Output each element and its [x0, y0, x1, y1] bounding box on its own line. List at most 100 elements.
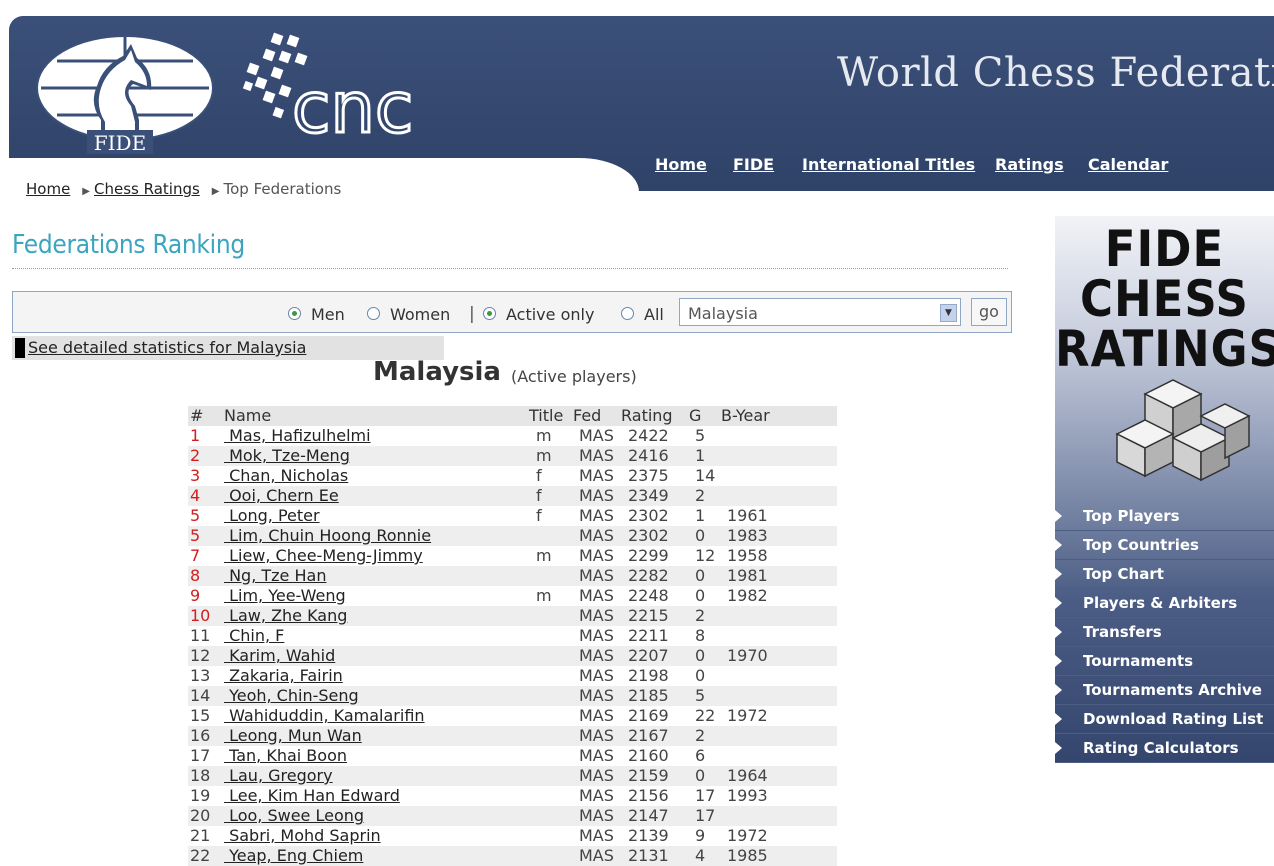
federation-select[interactable]: Malaysia ▼	[679, 298, 961, 326]
player-name-link[interactable]: Yeap, Eng Chiem	[224, 846, 363, 865]
player-name-link[interactable]: Mok, Tze-Meng	[224, 446, 350, 465]
nav-fide[interactable]: FIDE	[733, 155, 774, 174]
player-name-link[interactable]: Ooi, Chern Ee	[224, 486, 339, 505]
federation-cell: MAS	[579, 466, 614, 485]
breadcrumb-current: Top Federations	[223, 180, 342, 198]
player-name-link[interactable]: Liew, Chee-Meng-Jimmy	[224, 546, 423, 565]
table-row: 17 Tan, Khai Boon MAS 2160 6	[188, 746, 837, 766]
table-row: 2 Mok, Tze-Meng m MAS 2416 1	[188, 446, 837, 466]
name-cell: Zakaria, Fairin	[224, 666, 343, 686]
stats-marker	[15, 338, 25, 358]
player-name-link[interactable]: Lee, Kim Han Edward	[224, 786, 400, 805]
player-name-link[interactable]: Law, Zhe Kang	[224, 606, 347, 625]
player-name-link[interactable]: Loo, Swee Leong	[224, 806, 364, 825]
nav-home[interactable]: Home	[655, 155, 707, 174]
radio-men[interactable]: Men	[288, 305, 345, 324]
chevron-down-icon[interactable]: ▼	[940, 304, 957, 322]
birth-year-cell: 1972	[727, 826, 768, 845]
player-name-link[interactable]: Lau, Gregory	[224, 766, 333, 785]
player-name-link[interactable]: Chan, Nicholas	[224, 466, 348, 485]
rank-cell: 18	[190, 766, 211, 785]
breadcrumb-chess-ratings[interactable]: Chess Ratings	[94, 180, 200, 198]
sidebar-item-transfers[interactable]: Transfers	[1055, 618, 1274, 647]
nav-international-titles[interactable]: International Titles	[802, 155, 975, 174]
cnc-logo[interactable]: cnc	[234, 28, 424, 138]
player-name-link[interactable]: Ng, Tze Han	[224, 566, 326, 585]
sidebar-item-tournaments[interactable]: Tournaments	[1055, 647, 1274, 676]
title-cell: m	[536, 446, 552, 465]
breadcrumb-home[interactable]: Home	[26, 180, 70, 198]
player-name-link[interactable]: Zakaria, Fairin	[224, 666, 343, 685]
nav-ratings[interactable]: Ratings	[995, 155, 1064, 174]
games-cell: 1	[695, 446, 706, 465]
player-name-link[interactable]: Chin, F	[224, 626, 284, 645]
radio-active-only[interactable]: Active only	[483, 305, 594, 324]
rating-cell: 2416	[628, 446, 669, 465]
player-name-link[interactable]: Long, Peter	[224, 506, 320, 525]
birth-year-cell: 1970	[727, 646, 768, 665]
table-row: 1 Mas, Hafizulhelmi m MAS 2422 5	[188, 426, 837, 446]
sidebar-item-top-countries[interactable]: Top Countries	[1055, 531, 1274, 560]
player-name-link[interactable]: Yeoh, Chin-Seng	[224, 686, 359, 705]
rating-cell: 2302	[628, 526, 669, 545]
rating-cell: 2207	[628, 646, 669, 665]
federation-cell: MAS	[579, 826, 614, 845]
radio-all[interactable]: All	[621, 305, 664, 324]
fide-logo[interactable]: FIDE	[27, 26, 223, 158]
sidebar-item-top-chart[interactable]: Top Chart	[1055, 560, 1274, 589]
sidebar-item-rating-calculators[interactable]: Rating Calculators	[1055, 734, 1274, 763]
player-name-link[interactable]: Tan, Khai Boon	[224, 746, 347, 765]
player-name-link[interactable]: Leong, Mun Wan	[224, 726, 362, 745]
table-row: 15 Wahiduddin, Kamalarifin MAS 2169 22 1972	[188, 706, 837, 726]
detailed-statistics-link[interactable]: See detailed statistics for Malaysia	[28, 338, 306, 357]
rating-cell: 2375	[628, 466, 669, 485]
rank-cell: 5	[190, 526, 201, 545]
country-subtitle: (Active players)	[511, 367, 637, 386]
table-row: 21 Sabri, Mohd Saprin MAS 2139 9 1972	[188, 826, 837, 846]
games-cell: 5	[695, 426, 706, 445]
sidebar-menu: Top Players Top Countries Top Chart Play…	[1055, 502, 1274, 763]
go-button[interactable]: go	[971, 298, 1007, 326]
games-cell: 14	[695, 466, 716, 485]
player-name-link[interactable]: Wahiduddin, Kamalarifin	[224, 706, 424, 725]
sidebar-item-players-arbiters[interactable]: Players & Arbiters	[1055, 589, 1274, 618]
player-name-link[interactable]: Lim, Chuin Hoong Ronnie	[224, 526, 431, 545]
filter-bar: Men Women | Active only All Malaysia ▼ g…	[12, 291, 1012, 333]
svg-text:FIDE: FIDE	[94, 131, 146, 155]
table-row: 5 Long, Peter f MAS 2302 1 1961	[188, 506, 837, 526]
nav-calendar[interactable]: Calendar	[1088, 155, 1168, 174]
triangle-right-icon	[1055, 713, 1062, 725]
rank-cell: 7	[190, 546, 201, 565]
games-cell: 12	[695, 546, 716, 565]
games-cell: 0	[695, 566, 706, 585]
rank-cell: 3	[190, 466, 201, 485]
table-row: 18 Lau, Gregory MAS 2159 0 1964	[188, 766, 837, 786]
filter-separator: |	[469, 304, 475, 324]
site-title: World Chess Federation	[837, 50, 1274, 96]
col-header-rank: #	[190, 406, 204, 425]
rating-cell: 2248	[628, 586, 669, 605]
sidebar-item-top-players[interactable]: Top Players	[1055, 502, 1274, 531]
federation-cell: MAS	[579, 586, 614, 605]
breadcrumb-arrow-icon: ▶	[82, 186, 90, 197]
player-name-link[interactable]: Sabri, Mohd Saprin	[224, 826, 381, 845]
name-cell: Ooi, Chern Ee	[224, 486, 339, 506]
player-name-link[interactable]: Karim, Wahid	[224, 646, 335, 665]
breadcrumb-arrow-icon: ▶	[211, 186, 220, 197]
sidebar-item-tournaments-archive[interactable]: Tournaments Archive	[1055, 676, 1274, 705]
title-cell: m	[536, 546, 552, 565]
rank-cell: 16	[190, 726, 211, 745]
name-cell: Tan, Khai Boon	[224, 746, 347, 766]
rating-cell: 2198	[628, 666, 669, 685]
player-name-link[interactable]: Mas, Hafizulhelmi	[224, 426, 370, 445]
sidebar-item-download-rating-list[interactable]: Download Rating List	[1055, 705, 1274, 734]
name-cell: Loo, Swee Leong	[224, 806, 364, 826]
table-row: 8 Ng, Tze Han MAS 2282 0 1981	[188, 566, 837, 586]
ratings-promo[interactable]: FIDE CHESS RATINGS	[1055, 224, 1274, 374]
federation-cell: MAS	[579, 806, 614, 825]
radio-women[interactable]: Women	[367, 305, 450, 324]
player-name-link[interactable]: Lim, Yee-Weng	[224, 586, 346, 605]
rank-cell: 8	[190, 566, 201, 585]
radio-checked-icon	[483, 307, 496, 320]
rank-cell: 1	[190, 426, 201, 445]
